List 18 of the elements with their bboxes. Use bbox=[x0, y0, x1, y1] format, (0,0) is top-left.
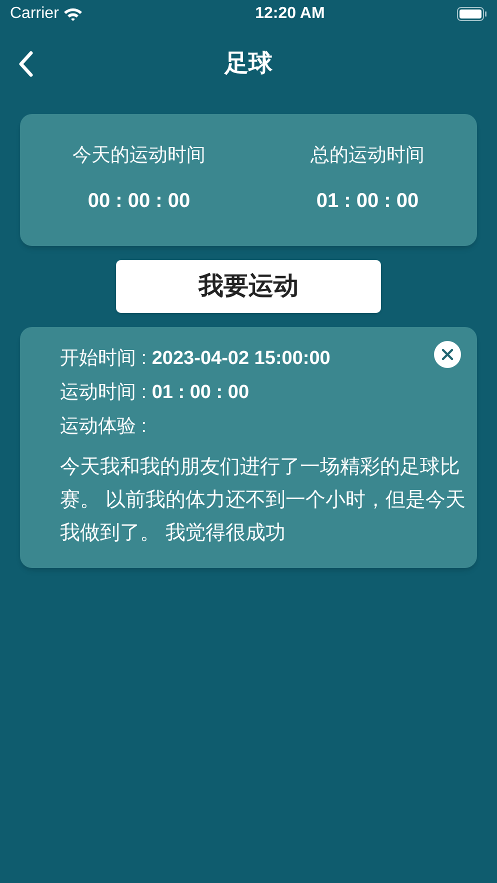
close-icon bbox=[442, 349, 453, 360]
back-icon bbox=[18, 50, 34, 78]
record-detail: 运动时间 : 01 : 00 : 00 bbox=[60, 381, 250, 405]
battery-icon bbox=[456, 7, 487, 21]
stat-value: 01 : 00 : 00 bbox=[316, 189, 419, 214]
stat-label: 今天的运动时间 bbox=[72, 144, 206, 168]
stat-label: 总的运动时间 bbox=[310, 144, 424, 168]
wifi-icon bbox=[62, 7, 83, 21]
clock-time: 12:20 AM bbox=[255, 4, 325, 24]
page-title: 足球 bbox=[224, 49, 272, 79]
back-button[interactable] bbox=[18, 50, 34, 78]
record-detail: 开始时间 : 2023-04-02 15:00:00 bbox=[60, 347, 330, 371]
stat-value: 00 : 00 : 00 bbox=[88, 189, 190, 214]
experience-text: 今天我和我的朋友们进行了一场精彩的足球比赛。 以前我的体力还不到一个小时，但是今天我做到了。 我觉得很成功 bbox=[60, 455, 467, 546]
carrier-name: Carrier bbox=[10, 4, 59, 24]
record-detail: 运动体验 : bbox=[60, 415, 147, 439]
start-exercise-button[interactable]: 我要运动 bbox=[116, 260, 381, 313]
close-button[interactable] bbox=[434, 341, 461, 368]
